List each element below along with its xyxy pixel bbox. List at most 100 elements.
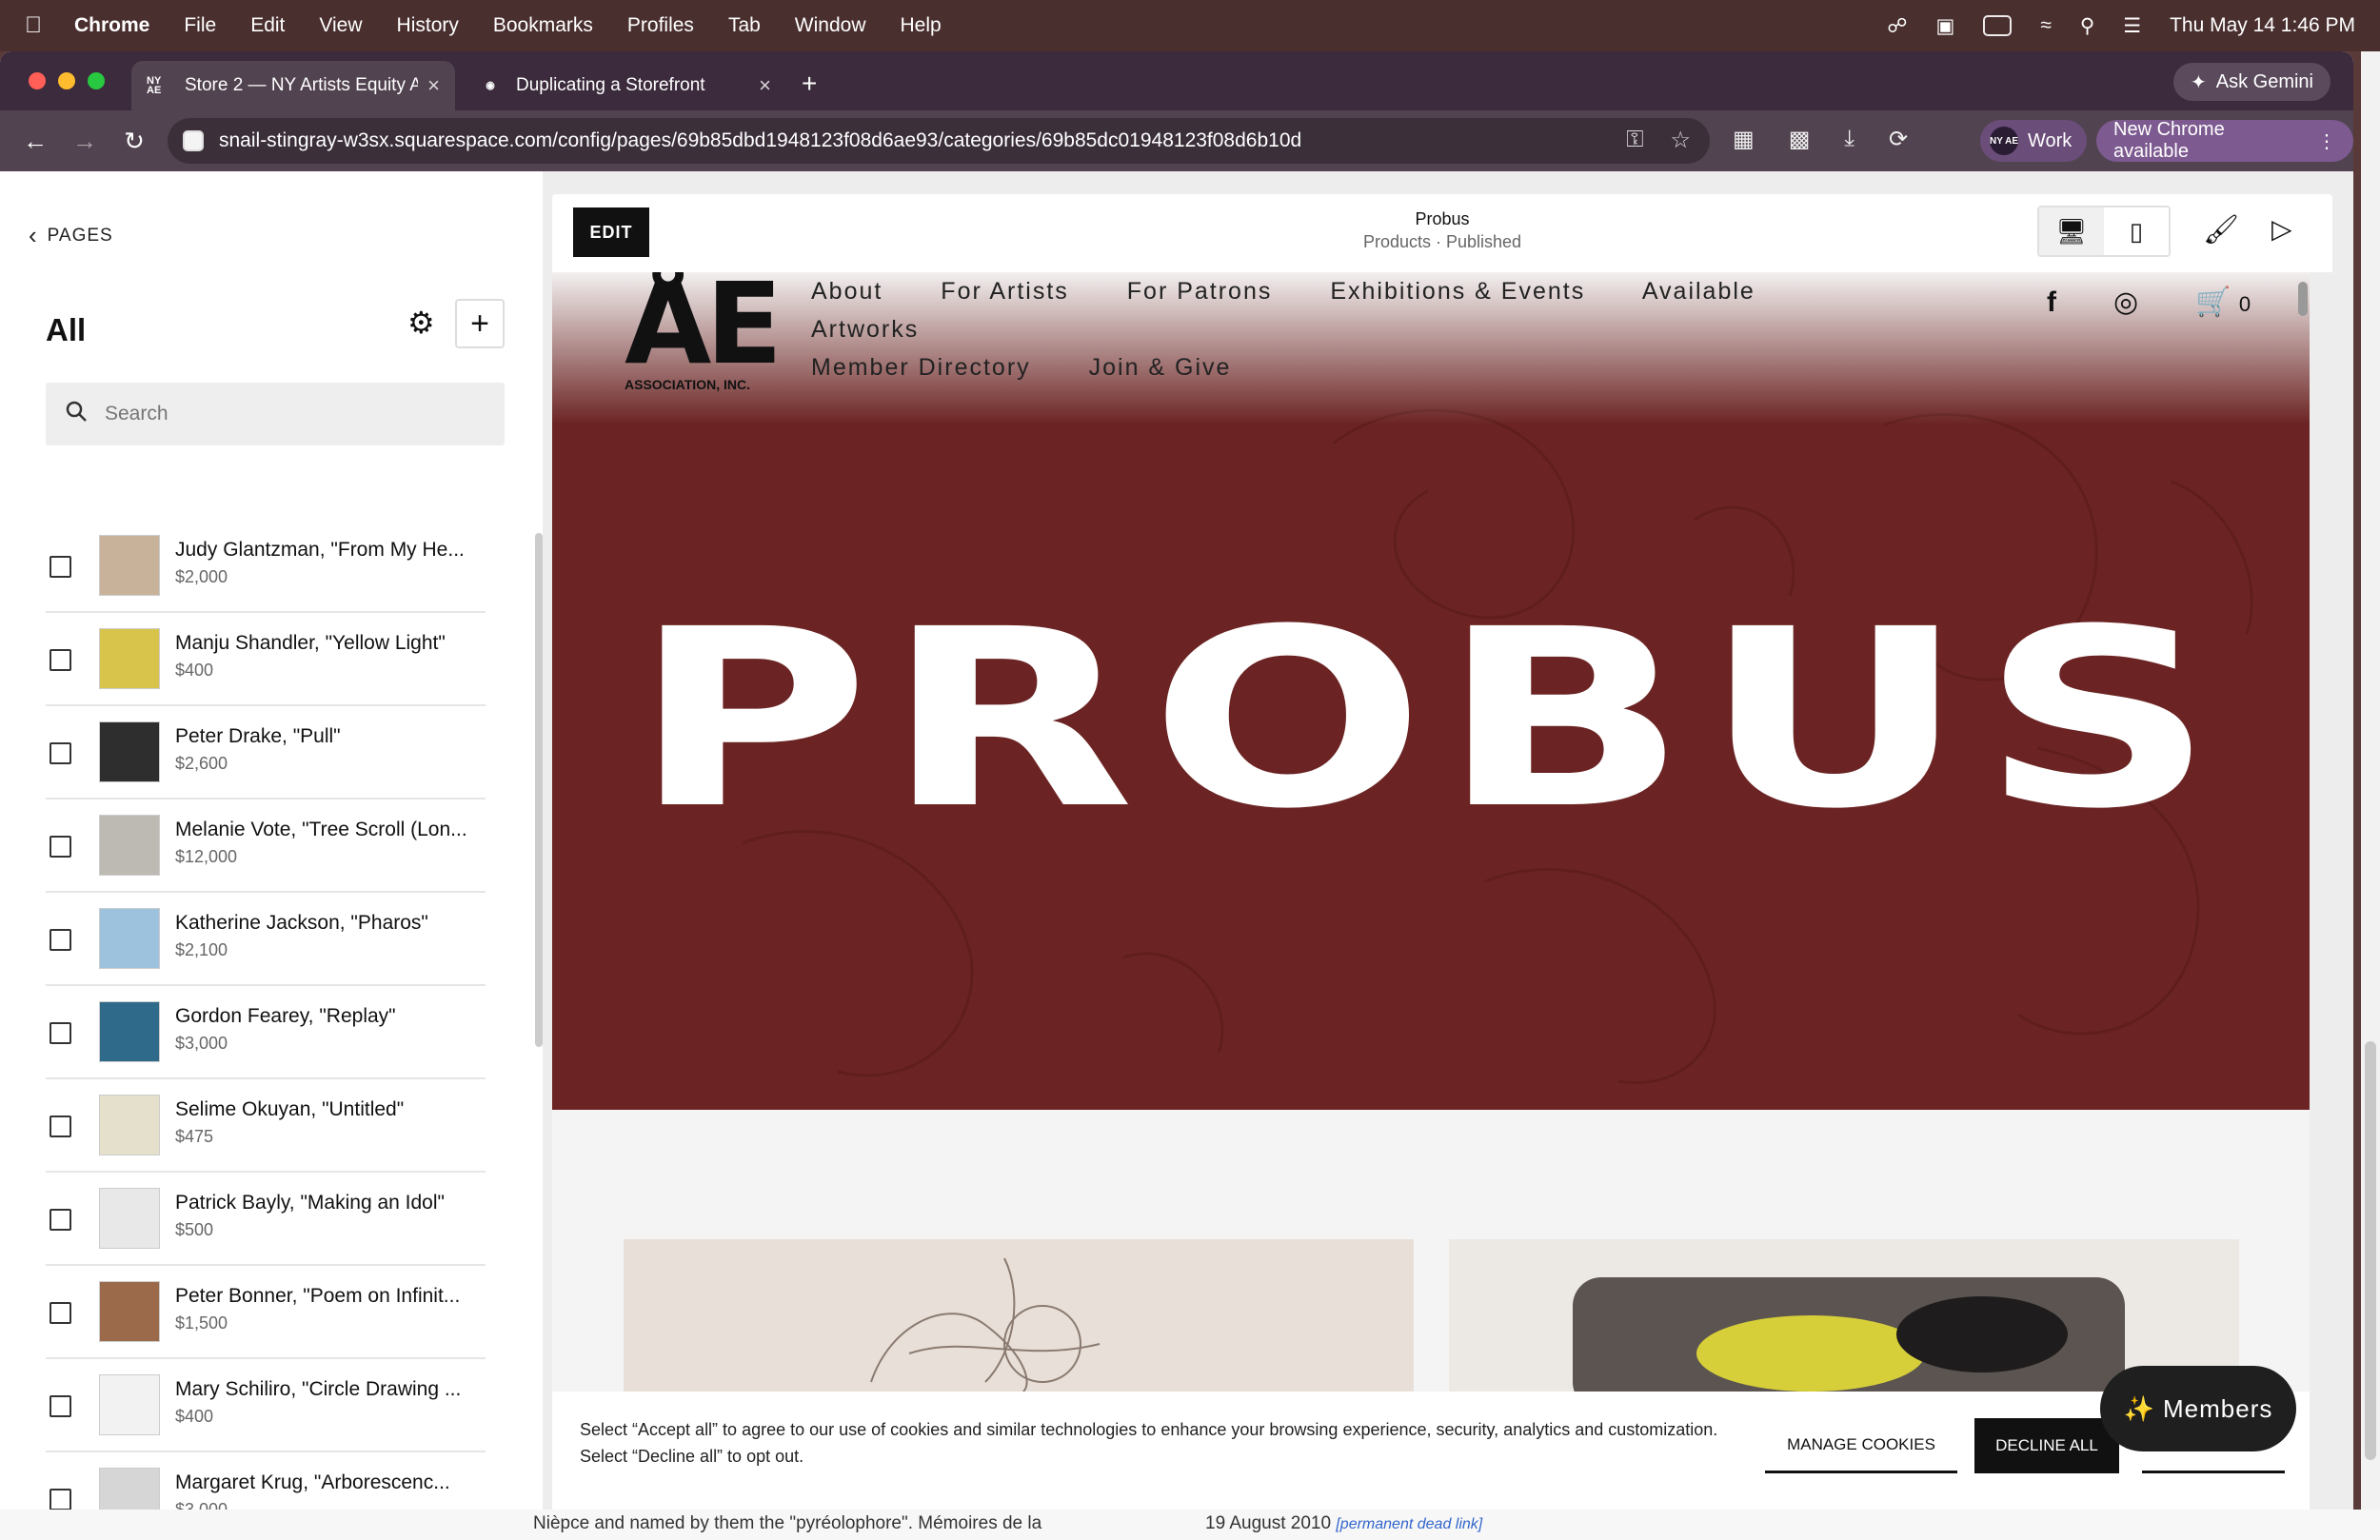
select-checkbox[interactable] <box>50 1022 71 1044</box>
bookmark-star-icon[interactable]: ☆ <box>1670 127 1691 154</box>
facebook-icon[interactable]: f <box>2047 286 2056 319</box>
forward-arrow-icon[interactable]: → <box>70 127 99 156</box>
address-bar[interactable]: snail-stingray-w3sx.squarespace.com/conf… <box>168 118 1710 164</box>
download-icon[interactable]: ⤓ <box>1844 126 1854 153</box>
site-styles-brush-icon[interactable]: 🖌 <box>2203 213 2239 247</box>
cast-icon[interactable]: ▩ <box>1789 126 1811 153</box>
decline-all-button[interactable]: DECLINE ALL <box>1974 1418 2119 1473</box>
sketch-artwork <box>870 1257 1101 1392</box>
creative-cloud-icon[interactable]: ☍ <box>1887 14 1907 38</box>
menu-file[interactable]: File <box>184 14 216 37</box>
list-item[interactable]: Gordon Fearey, "Replay" $3,000 <box>46 986 486 1079</box>
list-item[interactable]: Peter Bonner, "Poem on Infinit... $1,500 <box>46 1266 486 1359</box>
control-center-icon[interactable]: ☰ <box>2123 14 2141 38</box>
nav-exhibitions-events[interactable]: Exhibitions & Events <box>1330 278 1585 305</box>
menu-app-name[interactable]: Chrome <box>74 14 149 37</box>
nav-member-directory[interactable]: Member Directory <box>811 354 1031 381</box>
back-to-pages-link[interactable]: ‹ PAGES <box>29 221 113 250</box>
site-scrollbar-thumb[interactable] <box>2298 282 2308 316</box>
screen-mirror-icon[interactable]: ▣ <box>1935 14 1954 38</box>
password-key-icon[interactable]: ⚿ <box>1626 127 1643 154</box>
list-item[interactable]: Manju Shandler, "Yellow Light" $400 <box>46 613 486 706</box>
select-checkbox[interactable] <box>50 929 71 951</box>
gear-icon[interactable]: ⚙ <box>407 305 435 341</box>
search-input[interactable] <box>105 403 466 425</box>
new-tab-icon[interactable]: + <box>802 69 817 99</box>
minimize-window-button[interactable] <box>58 72 75 89</box>
close-tab-icon[interactable]: × <box>427 73 440 98</box>
url-text[interactable]: snail-stingray-w3sx.squarespace.com/conf… <box>219 129 1301 152</box>
list-item[interactable]: Melanie Vote, "Tree Scroll (Lon... $12,00… <box>46 800 486 893</box>
extensions-icon[interactable]: ▦ <box>1733 126 1755 153</box>
nav-join-give[interactable]: Join & Give <box>1089 354 1232 381</box>
product-name: Katherine Jackson, "Pharos" <box>175 912 428 934</box>
menu-history[interactable]: History <box>397 14 459 37</box>
preview-play-icon[interactable]: ▷ <box>2271 213 2292 245</box>
manage-cookies-button[interactable]: MANAGE COOKIES <box>1765 1418 1957 1473</box>
spotlight-search-icon[interactable]: ⚲ <box>2080 14 2094 38</box>
menu-help[interactable]: Help <box>901 14 942 37</box>
sync-icon[interactable]: ⟳ <box>1889 126 1908 153</box>
battery-icon[interactable] <box>1983 15 2013 36</box>
menu-tab[interactable]: Tab <box>728 14 761 37</box>
select-checkbox[interactable] <box>50 556 71 578</box>
search-field[interactable] <box>46 383 505 445</box>
select-checkbox[interactable] <box>50 836 71 858</box>
list-item[interactable]: Margaret Krug, "Arborescenc... $3,000 <box>46 1452 486 1510</box>
site-info-icon[interactable] <box>183 130 204 151</box>
kebab-menu-icon[interactable]: ⋮ <box>2317 129 2336 153</box>
list-item[interactable]: Mary Schiliro, "Circle Drawing ... $400 <box>46 1359 486 1452</box>
new-chrome-available-button[interactable]: New Chrome available ⋮ <box>2096 119 2353 162</box>
scrollbar-thumb[interactable] <box>535 533 543 1047</box>
cart-link[interactable]: 🛒 0 <box>2195 286 2251 319</box>
scrollbar-thumb[interactable] <box>2365 1041 2376 1460</box>
list-item[interactable]: Judy Glantzman, "From My He... $2,000 <box>46 520 486 613</box>
menu-clock[interactable]: Thu May 14 1:46 PM <box>2170 14 2355 37</box>
tab-duplicating-storefront[interactable]: ◉ Duplicating a Storefront × <box>463 61 786 110</box>
select-checkbox[interactable] <box>50 1209 71 1231</box>
product-card-image[interactable] <box>1449 1239 2239 1392</box>
select-checkbox[interactable] <box>50 742 71 764</box>
add-product-button[interactable]: + <box>455 299 505 348</box>
chrome-window: NY AE Store 2 — NY Artists Equity A × ◉ … <box>0 51 2353 1510</box>
list-item[interactable]: Katherine Jackson, "Pharos" $2,100 <box>46 893 486 986</box>
product-thumbnail <box>99 908 160 969</box>
menu-profiles[interactable]: Profiles <box>627 14 694 37</box>
menu-bookmarks[interactable]: Bookmarks <box>493 14 593 37</box>
apple-icon[interactable]:  <box>25 12 53 39</box>
underlying-page-scrollbar[interactable] <box>2361 51 2380 1510</box>
menu-view[interactable]: View <box>319 14 362 37</box>
site-logo[interactable]: ÅE ASSOCIATION, INC. <box>625 272 783 396</box>
close-window-button[interactable] <box>29 72 46 89</box>
menu-edit[interactable]: Edit <box>250 14 285 37</box>
list-item[interactable]: Peter Drake, "Pull" $2,600 <box>46 706 486 800</box>
list-item[interactable]: Patrick Bayly, "Making an Idol" $500 <box>46 1173 486 1266</box>
product-price: $12,000 <box>175 847 238 866</box>
reload-icon[interactable]: ↻ <box>120 127 149 156</box>
select-checkbox[interactable] <box>50 1302 71 1324</box>
nav-for-artists[interactable]: For Artists <box>941 278 1069 305</box>
tab-store-2[interactable]: NY AE Store 2 — NY Artists Equity A × <box>131 61 455 110</box>
close-tab-icon[interactable]: × <box>759 73 771 98</box>
mobile-view-icon[interactable]: ▯ <box>2104 207 2169 255</box>
profile-work-button[interactable]: NY AE Work <box>1980 120 2088 162</box>
select-checkbox[interactable] <box>50 1489 71 1510</box>
zoom-window-button[interactable] <box>88 72 105 89</box>
wifi-icon[interactable]: ≈ <box>2040 14 2052 37</box>
select-checkbox[interactable] <box>50 1395 71 1417</box>
ask-gemini-button[interactable]: ✦ Ask Gemini <box>2172 63 2330 101</box>
members-button[interactable]: ✨ Members <box>2100 1366 2296 1451</box>
nav-for-patrons[interactable]: For Patrons <box>1127 278 1273 305</box>
back-arrow-icon[interactable]: ← <box>21 127 50 156</box>
product-card-image[interactable] <box>624 1239 1414 1392</box>
list-item[interactable]: Selime Okuyan, "Untitled" $475 <box>46 1079 486 1173</box>
sidebar-scrollbar[interactable] <box>529 533 543 1485</box>
product-name: Patrick Bayly, "Making an Idol" <box>175 1192 445 1214</box>
nav-about[interactable]: About <box>811 278 883 305</box>
desktop-view-icon[interactable]: 🖥 <box>2039 207 2104 255</box>
menu-window[interactable]: Window <box>795 14 866 37</box>
select-checkbox[interactable] <box>50 649 71 671</box>
permanent-dead-link[interactable]: [permanent dead link] <box>1336 1516 1482 1532</box>
select-checkbox[interactable] <box>50 1116 71 1137</box>
instagram-icon[interactable]: ◎ <box>2113 286 2138 319</box>
